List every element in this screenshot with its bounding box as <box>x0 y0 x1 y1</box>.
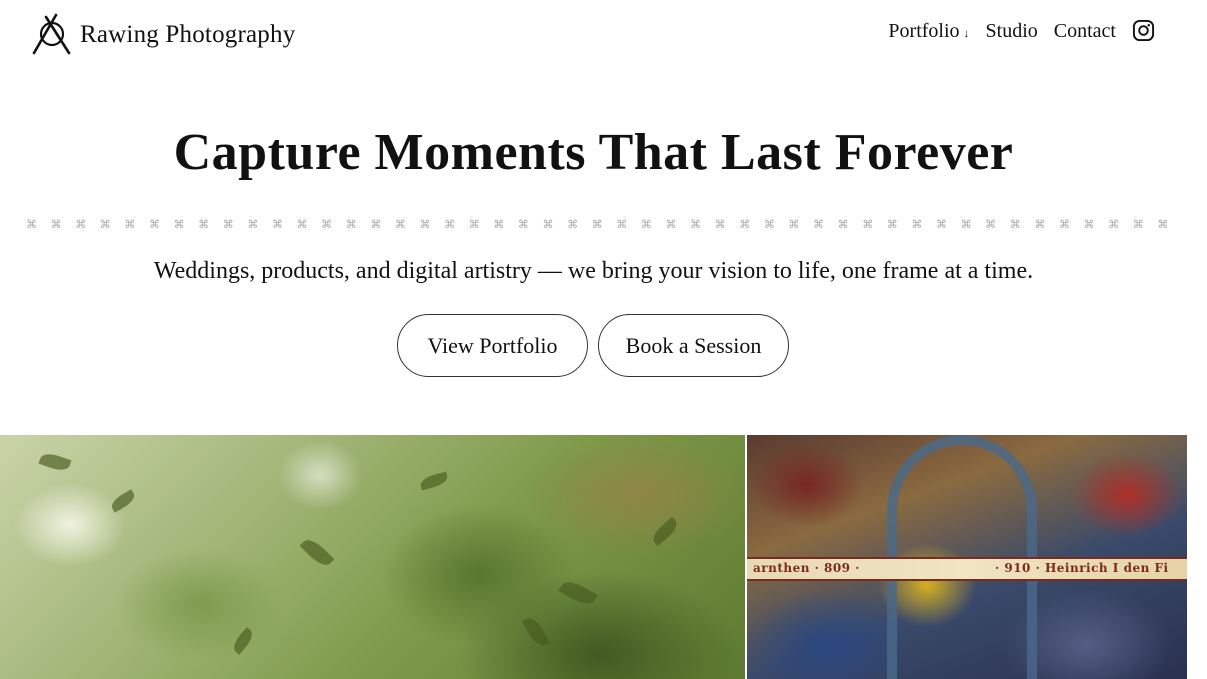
divider-glyph: ⌘ <box>886 217 898 231</box>
divider-glyph: ⌘ <box>247 217 259 231</box>
ornamental-divider: ⌘ ⌘ ⌘ ⌘ ⌘ ⌘ ⌘ ⌘ ⌘ ⌘ ⌘ ⌘ ⌘ ⌘ ⌘ ⌘ ⌘ ⌘ ⌘ ⌘ ⌘ ⌘ ⌘ ⌘ ⌘ ⌘ ⌘ ⌘ ⌘ ⌘ ⌘ ⌘ ⌘ ⌘ ⌘ ⌘ ⌘ ⌘ ⌘ ⌘… <box>26 214 1168 234</box>
divider-glyph: ⌘ <box>271 217 283 231</box>
leaf-shape <box>418 471 450 491</box>
main-nav: Portfolio ↓ Studio Contact <box>888 19 1155 42</box>
instagram-link[interactable] <box>1132 19 1155 42</box>
divider-glyph: ⌘ <box>640 217 652 231</box>
nav-item-contact[interactable]: Contact <box>1054 21 1116 41</box>
divider-glyph: ⌘ <box>321 217 333 231</box>
divider-glyph: ⌘ <box>1157 217 1169 231</box>
divider-glyph: ⌘ <box>1009 217 1021 231</box>
divider-glyph: ⌘ <box>862 217 874 231</box>
divider-glyph: ⌘ <box>935 217 947 231</box>
forest-photo[interactable] <box>0 435 745 679</box>
divider-glyph: ⌘ <box>591 217 603 231</box>
mural-photo[interactable]: arnthen · 809 · · 910 · Heinrich I den F… <box>747 435 1187 679</box>
divider-glyph: ⌘ <box>26 217 37 231</box>
mural-inscription-band: arnthen · 809 · · 910 · Heinrich I den F… <box>747 557 1187 581</box>
divider-glyph: ⌘ <box>1132 217 1144 231</box>
divider-glyph: ⌘ <box>296 217 308 231</box>
divider-glyph: ⌘ <box>468 217 480 231</box>
divider-glyph: ⌘ <box>739 217 751 231</box>
leaf-shape <box>230 627 256 655</box>
nav-item-studio[interactable]: Studio <box>986 21 1038 41</box>
divider-glyph: ⌘ <box>1083 217 1095 231</box>
divider-glyph: ⌘ <box>493 217 505 231</box>
divider-glyph: ⌘ <box>1108 217 1120 231</box>
divider-glyph: ⌘ <box>911 217 923 231</box>
hero-title: Capture Moments That Last Forever <box>173 124 1014 181</box>
divider-glyph: ⌘ <box>690 217 702 231</box>
divider-glyph: ⌘ <box>837 217 849 231</box>
mural-inscription-left: arnthen · 809 · <box>753 561 860 575</box>
divider-glyph: ⌘ <box>1058 217 1070 231</box>
camera-aperture-logo-icon <box>32 13 71 55</box>
cta-button-group: View Portfolio Book a Session <box>397 314 789 377</box>
leaf-shape <box>38 450 72 474</box>
divider-glyph: ⌘ <box>813 217 824 231</box>
divider-glyph: ⌘ <box>148 217 160 231</box>
nav-item-portfolio[interactable]: Portfolio ↓ <box>888 21 969 41</box>
leaf-shape <box>299 535 335 570</box>
leaf-shape <box>558 577 598 609</box>
photo-gallery: arnthen · 809 · · 910 · Heinrich I den F… <box>0 435 1187 679</box>
page: Rawing Photography Portfolio ↓ Studio Co… <box>0 0 1207 679</box>
divider-glyph: ⌘ <box>517 217 529 231</box>
divider-glyph: ⌘ <box>345 217 357 231</box>
divider-glyph: ⌘ <box>222 217 234 231</box>
divider-glyph: ⌘ <box>173 217 185 231</box>
hero-subtitle: Weddings, products, and digital artistry… <box>153 258 1034 284</box>
divider-glyph: ⌘ <box>99 217 111 231</box>
leaf-shape <box>649 516 681 547</box>
book-session-button[interactable]: Book a Session <box>598 314 789 377</box>
chevron-down-icon: ↓ <box>963 25 970 40</box>
divider-glyph: ⌘ <box>665 217 677 231</box>
divider-glyph: ⌘ <box>75 217 87 231</box>
site-header: Rawing Photography Portfolio ↓ Studio Co… <box>0 0 1207 72</box>
divider-glyph: ⌘ <box>567 217 579 231</box>
divider-glyph: ⌘ <box>542 217 554 231</box>
divider-glyph: ⌘ <box>714 217 726 231</box>
view-portfolio-button[interactable]: View Portfolio <box>397 314 588 377</box>
divider-glyph: ⌘ <box>370 217 382 231</box>
leaf-shape <box>108 489 138 513</box>
divider-glyph: ⌘ <box>788 217 800 231</box>
mural-inscription-right: · 910 · Heinrich I den Fi <box>995 561 1169 575</box>
divider-glyph: ⌘ <box>419 217 431 231</box>
divider-glyph: ⌘ <box>960 217 972 231</box>
divider-glyph: ⌘ <box>198 217 210 231</box>
divider-glyph: ⌘ <box>616 217 628 231</box>
divider-glyph: ⌘ <box>1034 217 1046 231</box>
divider-glyph: ⌘ <box>985 217 997 231</box>
divider-glyph: ⌘ <box>763 217 775 231</box>
nav-item-label: Portfolio <box>888 19 960 42</box>
brand-home-link[interactable]: Rawing Photography <box>32 13 295 55</box>
divider-glyph: ⌘ <box>50 217 62 231</box>
instagram-icon <box>1132 19 1155 42</box>
divider-glyph: ⌘ <box>124 217 136 231</box>
brand-name: Rawing Photography <box>80 20 296 48</box>
divider-glyph: ⌘ <box>444 217 456 231</box>
divider-glyph: ⌘ <box>394 217 406 231</box>
leaf-shape <box>521 614 551 650</box>
